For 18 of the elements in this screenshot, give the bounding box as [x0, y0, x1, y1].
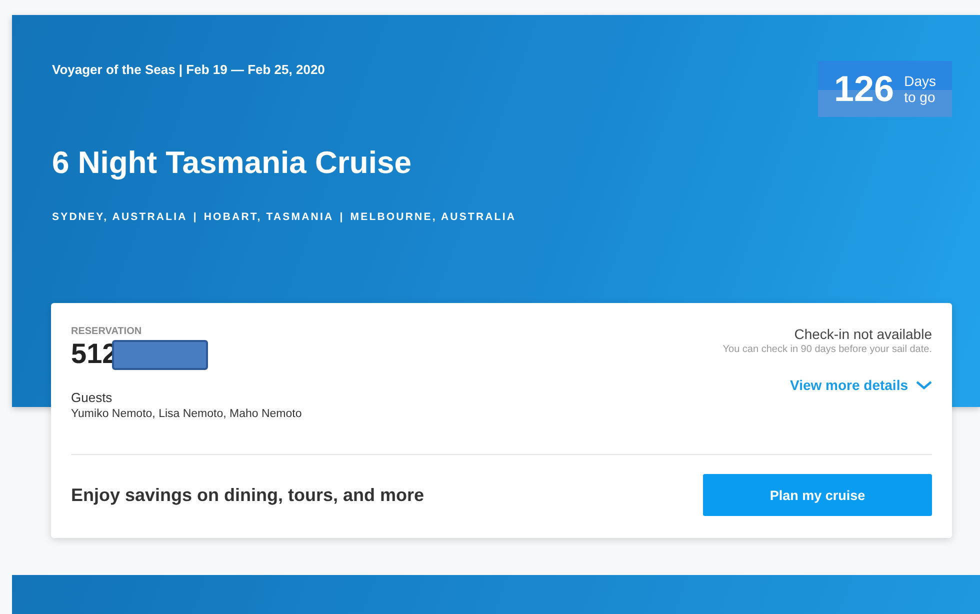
port-name: SYDNEY, AUSTRALIA [52, 211, 188, 223]
guest-names: Yumiko Nemoto, Lisa Nemoto, Maho Nemoto [71, 408, 302, 420]
plan-cruise-button[interactable]: Plan my cruise [703, 474, 932, 516]
view-details-link[interactable]: View more details [790, 377, 932, 393]
separator: | [193, 211, 198, 223]
chevron-down-icon [916, 380, 932, 390]
checkin-note: You can check in 90 days before your sail date. [722, 344, 932, 355]
promo-text: Enjoy savings on dining, tours, and more [71, 484, 424, 506]
countdown-number: 126 [834, 68, 894, 110]
guests-label: Guests [71, 390, 114, 405]
port-name: HOBART, TASMANIA [204, 211, 334, 223]
ship-and-dates: Voyager of the Seas | Feb 19 — Feb 25, 2020 [52, 62, 325, 77]
reservation-label: RESERVATION [71, 326, 143, 337]
checkin-status: Check-in not available [793, 326, 932, 342]
countdown-unit: Days to go [904, 73, 936, 105]
port-name: MELBOURNE, AUSTRALIA [350, 211, 516, 223]
cruise-title: 6 Night Tasmania Cruise [52, 145, 412, 181]
separator: | [340, 211, 344, 223]
